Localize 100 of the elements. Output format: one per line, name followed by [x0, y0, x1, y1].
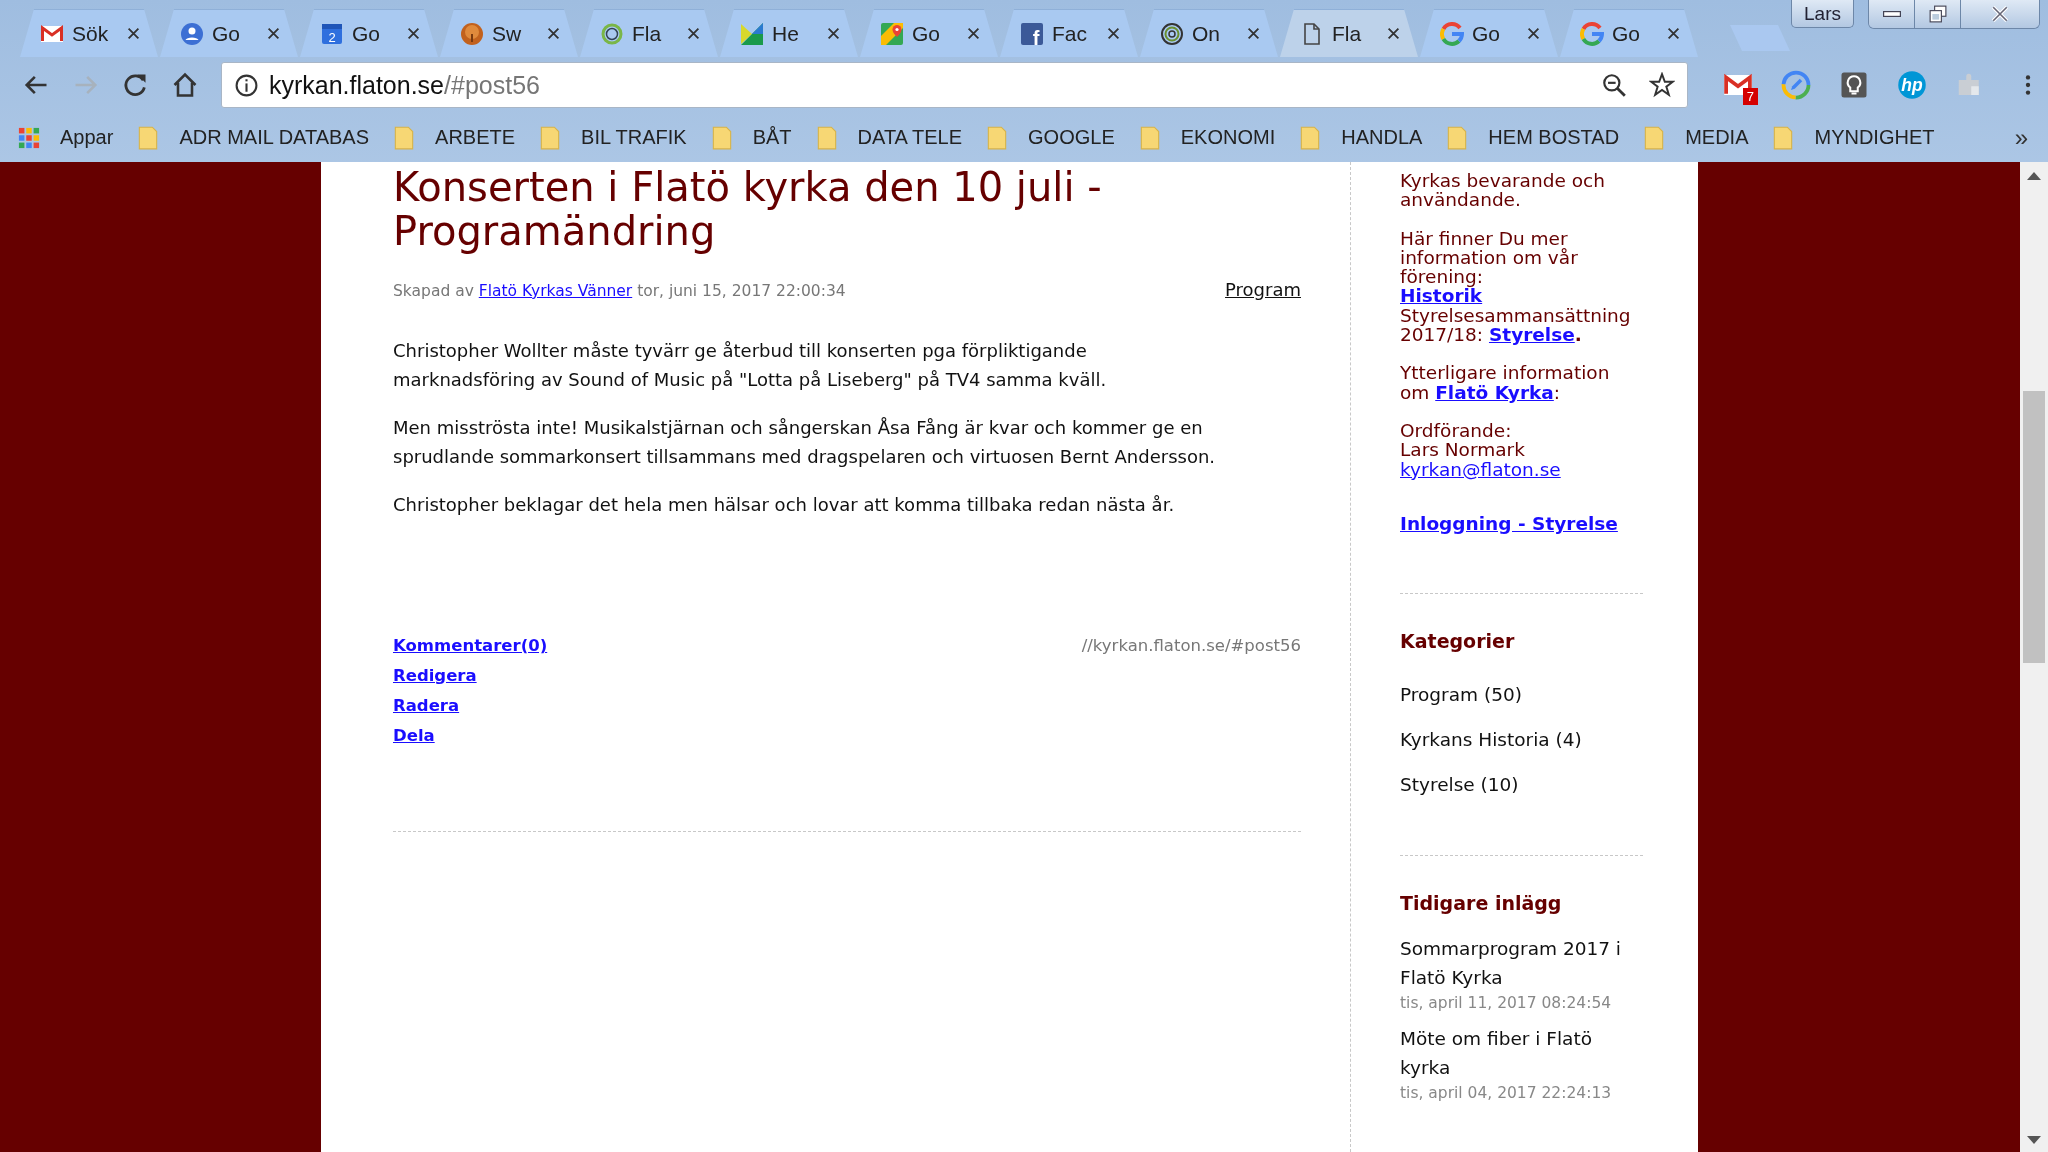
close-icon: [547, 27, 560, 40]
tab-title: Sw: [492, 21, 522, 46]
action-link[interactable]: Radera: [393, 695, 460, 717]
person-icon: [180, 21, 204, 46]
sidebar-paragraph: Här finner Du mer information om vår förening: Historik Styrelsesammansättning 2017/18: Styrelse.: [1400, 228, 1632, 345]
tab-title: Go: [912, 21, 940, 46]
address-bar[interactable]: kyrkan.flaton.se/#post56: [220, 62, 1688, 108]
lightbulb-icon: [1839, 70, 1869, 100]
calendar-icon: 2: [320, 21, 344, 46]
browser-tab[interactable]: On: [1140, 9, 1278, 57]
author-link[interactable]: Flatö Kyrkas Vänner: [478, 282, 633, 300]
sidebar-link[interactable]: Styrelse: [1488, 324, 1575, 346]
folder-icon: [1299, 124, 1322, 151]
folder-icon: [815, 124, 838, 151]
close-icon: [967, 27, 980, 40]
sidebar-paragraph: Ytterligare information om Flatö Kyrka:: [1400, 363, 1611, 402]
scroll-down-arrow-icon[interactable]: [2027, 1136, 2041, 1144]
triangles-icon: [740, 21, 764, 46]
category-link[interactable]: Styrelse (10): [1400, 761, 1650, 807]
browser-tab[interactable]: Go: [1560, 9, 1698, 57]
login-link[interactable]: Inloggning - Styrelse: [1400, 512, 1618, 535]
scrollbar[interactable]: [2020, 162, 2048, 1152]
tab-title: Go: [212, 21, 240, 46]
folder-icon: [710, 124, 733, 151]
action-link[interactable]: Redigera: [393, 665, 477, 687]
bookmark-folder[interactable]: MYNDIGHET: [1772, 124, 1935, 151]
action-link[interactable]: Kommentarer(0): [393, 635, 548, 657]
bookmark-folder[interactable]: MEDIA: [1643, 124, 1749, 151]
bookmark-folder[interactable]: HANDLA: [1299, 124, 1423, 151]
bookmark-folder[interactable]: ARBETE: [393, 124, 516, 151]
close-icon: [267, 27, 280, 40]
browser-tab[interactable]: Go: [1420, 9, 1558, 57]
google-icon: [1440, 21, 1464, 46]
section-heading: Kategorier: [1400, 628, 1516, 654]
map-pin-icon: [880, 21, 904, 46]
folder-icon: [539, 124, 562, 151]
post-link[interactable]: Sommarprogram 2017 i Flatö Kyrka: [1400, 933, 1635, 992]
ring-icon: [1160, 21, 1184, 46]
pen-icon: [1781, 70, 1811, 100]
bookmark-folder[interactable]: BIL TRAFIK: [539, 124, 687, 151]
permalink-text: //kyrkan.flaton.se/#post56: [1081, 635, 1301, 657]
category-link[interactable]: Program: [1225, 279, 1301, 300]
star-icon: [1649, 72, 1675, 98]
folder-icon: [1643, 124, 1666, 151]
bookmark-folder[interactable]: ADR MAIL DATABAS: [137, 124, 370, 151]
folder-icon: [1138, 124, 1161, 151]
browser-tab[interactable]: 2 Go: [300, 9, 438, 57]
tab-title: Sök: [72, 21, 109, 46]
close-icon: [407, 27, 420, 40]
category-link[interactable]: Kyrkans Historia (4): [1400, 716, 1650, 762]
post-date: tis, april 04, 2017 22:24:13: [1400, 1082, 1613, 1104]
bookmark-folder[interactable]: HEM BOSTAD: [1446, 124, 1620, 151]
bookmark-folder[interactable]: EKONOMI: [1138, 124, 1276, 151]
post-title: Konserten i Flatö kyrka den 10 juli - Programändring: [393, 163, 1103, 253]
tab-title: Fac: [1052, 21, 1087, 46]
post-link[interactable]: Möte om fiber i Flatö kyrka: [1400, 1023, 1635, 1082]
apps-button[interactable]: Appar: [18, 124, 114, 151]
minimize-button[interactable]: [1869, 0, 1915, 28]
category-link[interactable]: Program (50): [1400, 671, 1650, 717]
scroll-thumb[interactable]: [2023, 391, 2045, 663]
more-bookmarks-button[interactable]: »: [2010, 123, 2032, 152]
bookmark-folder[interactable]: BÅT: [710, 124, 792, 151]
browser-tab[interactable]: He: [720, 9, 858, 57]
post-paragraph: Christopher beklagar det hela men hälsar och lovar att komma tillbaka redan nästa år.: [393, 493, 1176, 517]
close-icon: [1247, 27, 1260, 40]
tree-icon: [460, 21, 484, 46]
tab-title: Go: [1612, 21, 1640, 46]
tab-title: On: [1192, 21, 1220, 46]
email-link[interactable]: kyrkan@flaton.se: [1400, 458, 1561, 480]
bookmark-folder[interactable]: DATA TELE: [815, 124, 963, 151]
browser-tab[interactable]: Go: [160, 9, 298, 57]
restore-button[interactable]: [1915, 0, 1961, 28]
browser-tab[interactable]: Sök: [20, 9, 158, 57]
profile-button[interactable]: Lars: [1791, 0, 1854, 28]
bookmark-folder[interactable]: GOOGLE: [986, 124, 1115, 151]
sidebar-paragraph: Kyrkas bevarande och användande.: [1400, 171, 1606, 210]
post-paragraph: Men misströsta inte! Musikalstjärnan och sångerskan Åsa Fång är kvar och kommer ge en sprudlande sommarkonsert tillsammans med dragspelaren och virtuosen Bernt Andersson.: [393, 416, 1217, 469]
minimize-icon: [1882, 11, 1901, 17]
close-icon: [827, 27, 840, 40]
extension-button[interactable]: 7: [1718, 65, 1758, 105]
close-icon: [1667, 27, 1680, 40]
browser-tab[interactable]: Fla: [580, 9, 718, 57]
browser-tab[interactable]: Fla: [1280, 9, 1418, 57]
tab-title: Fla: [1332, 21, 1362, 46]
post-meta: Skapad av Flatö Kyrkas Vänner tor, juni 15, 2017 22:00:34: [393, 282, 846, 300]
browser-tab[interactable]: Go: [860, 9, 998, 57]
action-link[interactable]: Dela: [393, 725, 435, 747]
info-icon: [233, 72, 259, 98]
zoom-out-icon: [1601, 72, 1627, 98]
close-icon: [127, 27, 140, 40]
close-icon: [1107, 27, 1120, 40]
scroll-up-arrow-icon[interactable]: [2027, 172, 2041, 180]
menu-icon: [2024, 72, 2032, 98]
facebook-icon: f: [1020, 21, 1044, 46]
browser-tab[interactable]: Sw: [440, 9, 578, 57]
sidebar-paragraph: Ordförande: Lars Normark kyrkan@flaton.se: [1400, 420, 1562, 479]
browser-tab[interactable]: f Fac: [1000, 9, 1138, 57]
post-paragraph: Christopher Wollter måste tyvärr ge återbud till konserten pga förpliktigande marknadsföring av Sound of Music på "Lotta på Liseberg" på TV4 samma kväll.: [393, 339, 1108, 392]
folder-icon: [137, 124, 160, 151]
restore-icon: [1928, 5, 1947, 23]
